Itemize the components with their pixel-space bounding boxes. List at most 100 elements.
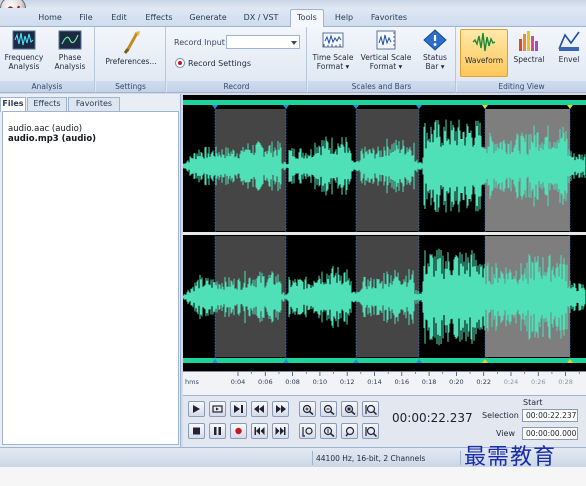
play-button[interactable] <box>188 401 205 417</box>
group-analysis: Frequency Analysis Phase Analysis Analys… <box>0 27 95 93</box>
waveform-canvas[interactable] <box>183 95 586 371</box>
selection-start-field[interactable]: 00:00:22.237 <box>522 409 578 422</box>
file-item-mp3[interactable]: audio.mp3 (audio) <box>8 134 96 144</box>
status-bar-button[interactable]: Status Bar ▾ <box>416 29 454 71</box>
stop-button[interactable] <box>188 423 205 439</box>
zoom-vertical-out-icon <box>323 426 335 437</box>
selection-label: Selection <box>482 411 519 420</box>
zoom-in-button[interactable] <box>299 401 316 417</box>
marker-bar-top <box>183 100 586 105</box>
record-input-select[interactable] <box>226 35 300 49</box>
tab-help[interactable]: Help <box>330 11 358 27</box>
timeline-label: 0:18 <box>422 378 437 386</box>
files-panel: Files Effects Favorites audio.aac (audio… <box>0 94 181 447</box>
time-scale-label1: Time Scale <box>312 53 354 62</box>
skip-back-icon <box>254 427 265 435</box>
play-to-end-button[interactable] <box>230 401 247 417</box>
tab-home[interactable]: Home <box>32 11 68 27</box>
preferences-icon <box>123 31 140 54</box>
zoom-full-button[interactable] <box>362 401 379 417</box>
view-label: View <box>496 429 515 438</box>
rewind-button[interactable] <box>251 401 268 417</box>
vertical-scale-icon <box>376 30 396 50</box>
timeline-ruler[interactable]: hms 0:04 0:06 0:08 0:10 0:12 0:14 0:16 0:18 0:20… <box>183 371 586 395</box>
record-icon <box>175 58 185 68</box>
chevron-down-icon <box>291 41 297 45</box>
zoom-out-icon <box>323 404 335 415</box>
zoom-vertical-in-icon <box>302 427 313 437</box>
waveform-view-label: Waveform <box>464 56 504 65</box>
spectral-view-button[interactable]: Spectral <box>511 29 547 64</box>
time-scale-format-button[interactable]: Time Scale Format ▾ <box>310 29 356 71</box>
tab-tools[interactable]: Tools <box>290 9 324 28</box>
watermark-text: 最需教育 <box>464 445 557 470</box>
file-item-aac[interactable]: audio.aac (audio) <box>8 124 82 134</box>
panel-tab-effects[interactable]: Effects <box>27 97 67 111</box>
preferences-button[interactable]: Preferences... <box>100 29 162 66</box>
status-format-text: 44100 Hz, 16-bit, 2 Channels <box>316 454 426 463</box>
timeline-label: 0:28 <box>558 378 573 386</box>
tab-generate[interactable]: Generate <box>184 11 232 27</box>
zoom-selection-button[interactable] <box>341 401 358 417</box>
zoom-vertical-in-button[interactable] <box>299 423 316 439</box>
frequency-analysis-button[interactable]: Frequency Analysis <box>2 29 46 71</box>
status-bar-label2: Bar ▾ <box>425 62 445 71</box>
group-label-editing-view: Editing View <box>457 81 586 92</box>
status-divider <box>460 451 461 465</box>
panel-tab-files[interactable]: Files <box>0 97 26 112</box>
current-time-display: 00:00:22.237 <box>392 411 473 425</box>
tab-dx-vst[interactable]: DX / VST <box>238 11 284 27</box>
timeline-svg: hms 0:04 0:06 0:08 0:10 0:12 0:14 0:16 0:18 0:20… <box>185 372 580 386</box>
waveform-icon <box>472 32 496 52</box>
record-icon <box>235 427 242 435</box>
panel-tab-favorites[interactable]: Favorites <box>68 97 120 111</box>
timeline-ticks: 0:04 0:06 0:08 0:10 0:12 0:14 0:16 0:18 0:20 0:22… <box>231 372 580 386</box>
title-bar <box>0 0 586 8</box>
pause-button[interactable] <box>209 423 226 439</box>
play-loop-button[interactable] <box>209 401 226 417</box>
envelope-view-button[interactable]: Envel <box>549 29 586 64</box>
phase-analysis-label1: Phase <box>58 53 82 62</box>
vertical-scale-format-button[interactable]: Vertical Scale Format ▾ <box>358 29 414 71</box>
fast-forward-button[interactable] <box>272 401 289 417</box>
ribbon-panel: Frequency Analysis Phase Analysis Analys… <box>0 27 586 93</box>
timeline-label: 0:16 <box>394 378 409 386</box>
go-to-start-button[interactable] <box>251 423 268 439</box>
play-loop-icon <box>212 405 223 413</box>
zoom-out-button[interactable] <box>320 401 337 417</box>
timeline-label: 0:22 <box>476 378 491 386</box>
vertical-scale-label2: Format ▾ <box>369 62 403 71</box>
play-icon <box>193 405 200 413</box>
waveform-display[interactable] <box>183 95 586 395</box>
status-bar-icon <box>423 29 447 51</box>
tab-file[interactable]: File <box>72 11 100 27</box>
zoom-reset-icon <box>365 426 377 437</box>
phase-analysis-icon <box>58 30 82 50</box>
time-scale-icon <box>322 32 344 48</box>
frequency-analysis-icon <box>12 30 36 50</box>
file-list: audio.aac (audio) audio.mp3 (audio) <box>2 111 179 445</box>
phase-analysis-label2: Analysis <box>54 62 86 71</box>
channel-divider <box>183 232 586 235</box>
preferences-label: Preferences... <box>105 57 157 66</box>
ribbon-tab-bar: Home File Edit Effects Generate DX / VST… <box>0 8 586 28</box>
zoom-fit-icon <box>345 426 355 437</box>
waveform-view-button[interactable]: Waveform <box>460 29 508 77</box>
status-bar-label1: Status <box>423 53 447 62</box>
phase-analysis-button[interactable]: Phase Analysis <box>48 29 92 71</box>
tab-favorites[interactable]: Favorites <box>364 11 414 27</box>
record-button[interactable] <box>230 423 247 439</box>
timeline-label: 0:26 <box>531 378 546 386</box>
zoom-reset-button[interactable] <box>362 423 379 439</box>
zoom-full-icon <box>365 404 377 415</box>
tab-edit[interactable]: Edit <box>104 11 134 27</box>
timeline-label: 0:20 <box>449 378 464 386</box>
go-to-end-button[interactable] <box>272 423 289 439</box>
timeline-label: 0:14 <box>367 378 382 386</box>
zoom-vertical-out-button[interactable] <box>320 423 337 439</box>
tab-effects[interactable]: Effects <box>140 11 178 27</box>
status-divider <box>312 451 313 465</box>
zoom-fit-button[interactable] <box>341 423 358 439</box>
time-scale-label2: Format ▾ <box>316 62 350 71</box>
timeline-label: 0:24 <box>504 378 519 386</box>
